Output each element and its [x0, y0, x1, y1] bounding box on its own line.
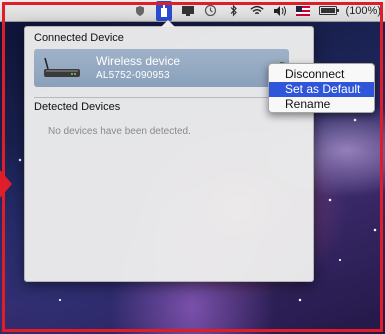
callout-arrow — [0, 170, 12, 198]
wifi-icon[interactable] — [249, 4, 264, 18]
battery-level-fill — [320, 8, 335, 13]
connected-device-heading: Connected Device — [34, 32, 124, 44]
detected-devices-heading: Detected Devices — [34, 101, 121, 113]
connected-device-row[interactable]: Wireless device AL5752-090953 — [34, 49, 289, 87]
shield-icon[interactable] — [133, 4, 147, 18]
no-devices-message: No devices have been detected. — [48, 126, 191, 137]
wireless-device-icon[interactable] — [155, 0, 172, 21]
section-divider — [34, 97, 306, 98]
menu-item-rename[interactable]: Rename — [269, 97, 374, 112]
flag-icon[interactable] — [295, 5, 310, 16]
display-icon[interactable] — [181, 4, 195, 18]
device-id: AL5752-090953 — [96, 70, 170, 81]
volume-icon[interactable] — [273, 4, 287, 18]
battery-icon[interactable] — [318, 6, 339, 15]
router-icon — [44, 57, 80, 77]
battery-percentage: (100%) — [345, 4, 381, 17]
menu-item-disconnect[interactable]: Disconnect — [269, 67, 374, 82]
bluetooth-icon[interactable] — [227, 4, 241, 18]
menu-item-set-as-default[interactable]: Set as Default — [269, 82, 374, 97]
time-machine-icon[interactable] — [204, 4, 218, 18]
context-menu: Disconnect Set as Default Rename — [268, 63, 375, 113]
device-name: Wireless device — [96, 54, 181, 68]
menu-bar: (100%) — [0, 0, 385, 22]
panel-notch — [161, 20, 175, 27]
